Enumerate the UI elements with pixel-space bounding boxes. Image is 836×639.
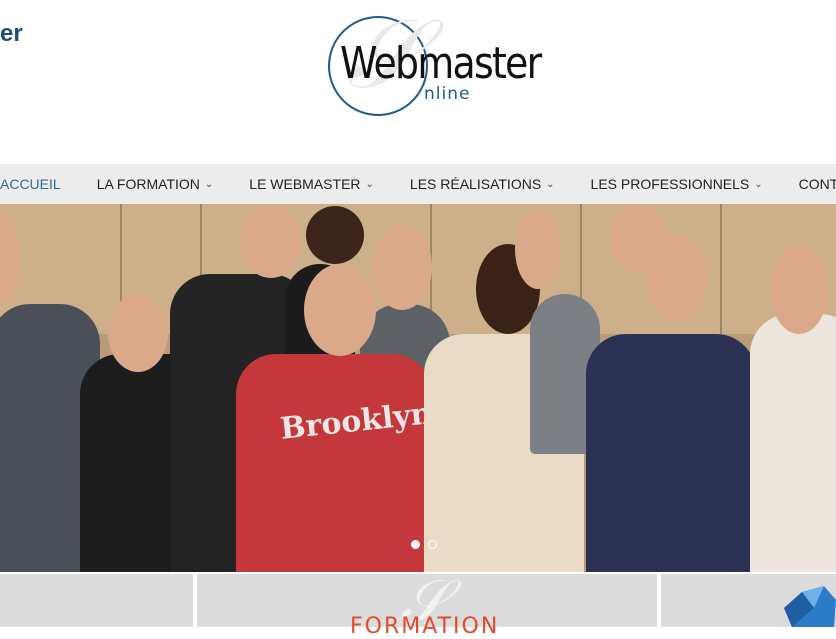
nav-item-accueil[interactable]: ACCUEIL [0, 176, 61, 192]
feature-panel-left[interactable] [0, 574, 193, 627]
main-navigation: ACCUEIL LA FORMATION ⌄ LE WEBMASTER ⌄ LE… [0, 164, 836, 204]
site-logo[interactable]: 𝒮 Webmaster nline [326, 6, 542, 122]
nav-item-label: ACCUEIL [0, 176, 61, 192]
person-silhouette [236, 354, 432, 572]
nav-item-label: LES RÉALISATIONS [409, 176, 542, 192]
chevron-down-icon: ⌄ [204, 178, 214, 190]
nav-item-label: LE WEBMASTER [249, 176, 361, 192]
nav-item-contact[interactable]: CONTACT [799, 176, 836, 192]
person-head [240, 206, 302, 278]
nav-item-la-formation[interactable]: LA FORMATION ⌄ [97, 176, 214, 192]
person-silhouette [586, 334, 756, 572]
nav-item-le-webmaster[interactable]: LE WEBMASTER ⌄ [249, 176, 374, 192]
nav-item-label: LES PROFESSIONNELS [590, 176, 750, 192]
locker-divider [720, 204, 722, 334]
nav-item-les-professionnels[interactable]: LES PROFESSIONNELS ⌄ [591, 176, 763, 192]
chevron-down-icon: ⌄ [754, 178, 763, 190]
slider-dot-2[interactable] [428, 540, 437, 549]
nav-item-les-realisations[interactable]: LES RÉALISATIONS ⌄ [410, 176, 555, 192]
chevron-down-icon: ⌄ [546, 178, 555, 190]
nav-item-label: CONTACT [798, 176, 836, 192]
chevron-down-icon: ⌄ [365, 178, 374, 190]
nav-item-label: LA FORMATION [96, 176, 200, 192]
person-silhouette [750, 314, 836, 572]
hero-slider[interactable]: Brooklyn [0, 204, 836, 572]
logo-title: Webmaster [340, 38, 542, 89]
logo-subtitle: nline [424, 84, 471, 104]
person-head [108, 294, 168, 372]
header-corner-fragment[interactable]: er [0, 20, 23, 48]
slider-pagination [411, 540, 437, 549]
person-head [770, 244, 828, 334]
person-head [304, 264, 376, 356]
person-head [610, 204, 666, 274]
gem-icon [784, 586, 836, 627]
slider-dot-1[interactable] [411, 540, 420, 549]
person-head [372, 224, 432, 310]
person-head [306, 206, 364, 264]
person-head [515, 209, 561, 289]
